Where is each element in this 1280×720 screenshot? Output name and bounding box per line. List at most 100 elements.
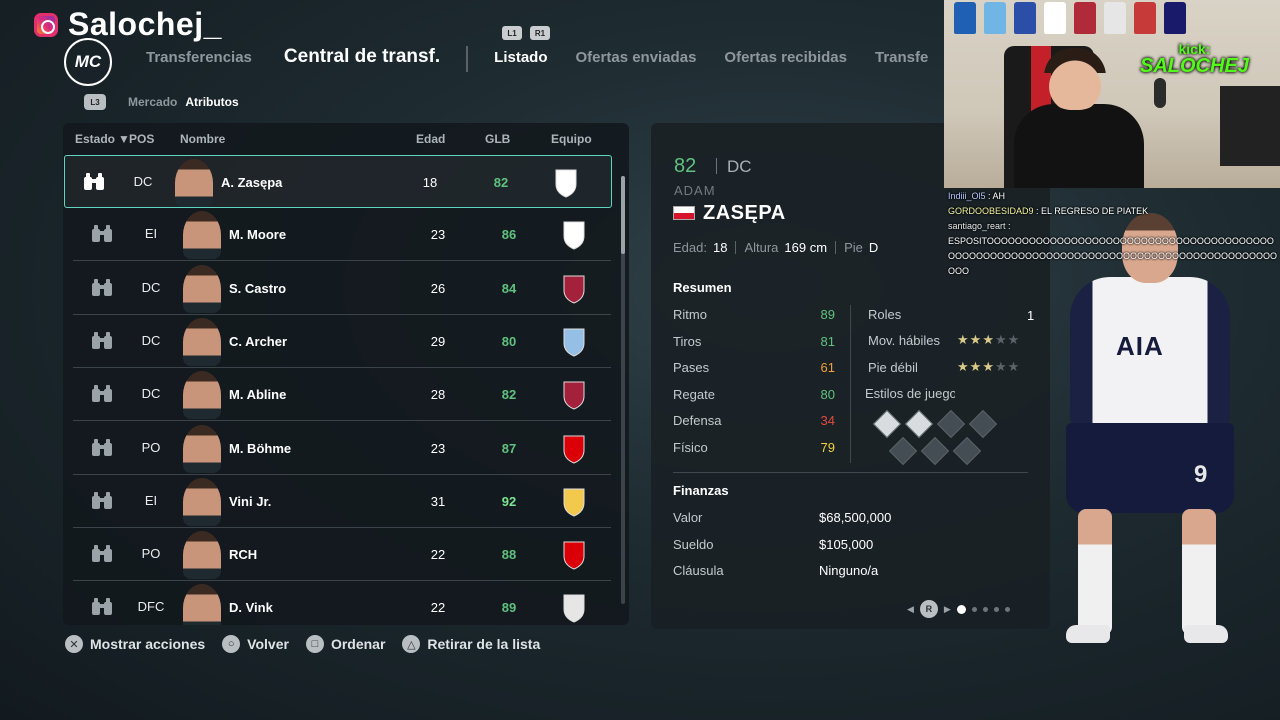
circle-button-icon: ○ [222,635,241,653]
tab-transferencias[interactable]: Transfe [875,49,928,66]
list-header: Estado ▼ POS Nombre Edad GLB Equipo [63,123,629,153]
table-row[interactable]: DFC D. Vink 22 89 [73,581,611,625]
page-dot [982,606,988,612]
chevron-left-icon[interactable]: ◀ [907,604,914,615]
streamer-body [1014,104,1144,188]
playstyle-slot [952,436,982,466]
player-first-name: ADAM [674,183,716,198]
instagram-icon [34,12,58,37]
player-age: 28 [430,387,446,403]
playstyle-icon[interactable] [872,409,902,439]
list-scroll-thumb[interactable] [621,176,625,254]
top-navigation: Transferencias Central de transf. Listad… [146,46,928,72]
skill-moves-label: Mov. hábiles [868,333,941,348]
playstyle-slot [920,436,950,466]
player-face-avatar [183,264,221,313]
table-row[interactable]: EI Vini Jr. 31 92 [73,475,611,528]
table-row[interactable]: DC C. Archer 29 80 [73,315,611,368]
col-nombre[interactable]: Nombre [180,132,225,146]
player-position: DC [133,174,153,189]
table-row[interactable]: DC A. Zasępa 18 82 [64,155,612,208]
shorts-number: 9 [1194,461,1208,488]
player-name: RCH [229,547,258,563]
player-position: PO [141,546,161,562]
star-icon: ★ [957,332,970,347]
nav-section-transfers[interactable]: Transferencias [146,49,252,66]
shirt-sponsor: AIA [1116,331,1164,361]
table-row[interactable]: EI M. Moore 23 86 [73,208,611,262]
scout-binoculars-icon [84,173,104,190]
age-value: 18 [712,240,728,255]
subtab-atributos[interactable]: Atributos [185,95,238,109]
chat-username: Indiii_Ol5 [948,191,986,201]
col-edad[interactable]: Edad [416,132,445,146]
model-shorts [1066,423,1234,513]
playstyle-icon[interactable] [904,409,934,439]
value-amount: $68,500,000 [819,510,892,525]
action-sort[interactable]: □ Ordenar [305,635,385,653]
player-face-avatar [183,211,221,260]
action-remove-from-list[interactable]: △ Retirar de la lista [402,635,540,653]
col-glb[interactable]: GLB [485,132,510,146]
height-label: Altura [744,240,779,255]
stat-value: 81 [820,333,835,349]
scout-binoculars-icon [92,278,112,296]
club-crest-icon [563,381,585,410]
table-row[interactable]: PO M. Böhme 23 87 [73,422,611,475]
foot-value: D [868,240,879,255]
chevron-right-icon[interactable]: ▶ [944,604,951,615]
l3-button-icon[interactable]: L3 [84,94,106,110]
action-show-actions[interactable]: ✕ Mostrar acciones [65,635,205,653]
divider [735,241,737,254]
stream-chat: Indiii_Ol5 : AH GORDOOBESIDAD9 : EL REGR… [944,189,1280,279]
tab-ofertas-enviadas[interactable]: Ofertas enviadas [576,49,697,66]
table-row[interactable]: PO RCH 22 88 [73,528,611,582]
stat-value: 79 [820,440,835,455]
star-icon: ★ [994,332,1008,347]
player-name: M. Moore [229,227,287,243]
career-mode-logo: MC [64,38,112,86]
player-age: 26 [430,280,446,296]
col-pos[interactable]: POS [129,132,154,146]
button-hints: ✕ Mostrar acciones ○ Volver □ Ordenar △ … [65,635,557,653]
l1-button-icon[interactable]: L1 [502,26,522,40]
subtab-mercado[interactable]: Mercado [128,95,177,109]
model-leg [1182,509,1216,635]
club-crest-icon [563,435,585,464]
club-crest-icon [555,169,577,198]
kick-label: kick: [1178,41,1211,57]
club-crest-icon [563,594,585,623]
table-row[interactable]: DC M. Abline 28 82 [73,368,611,422]
kick-channel: SALOCHEJ [1140,55,1249,77]
player-overall: 88 [501,547,517,563]
stat-value: 61 [820,360,835,376]
r-stick-icon[interactable]: R [919,600,938,618]
player-position: PO [141,439,161,455]
col-estado[interactable]: Estado [75,132,115,146]
player-overall: 87 [501,440,517,456]
player-name: C. Archer [229,333,288,349]
tab-listado[interactable]: Listado [494,49,547,66]
star-icon: ★ [982,332,995,347]
streamer-brand: Salochej_ [34,6,222,43]
player-position: EI [144,492,158,508]
wage-amount: $105,000 [819,537,874,552]
monitor [1220,86,1280,166]
scout-binoculars-icon [92,545,112,563]
action-label: Retirar de la lista [427,636,541,652]
star-icon: ★ [994,359,1008,374]
col-equipo[interactable]: Equipo [551,132,592,146]
action-back[interactable]: ○ Volver [222,635,289,653]
playstyle-slot [936,409,966,439]
table-row[interactable]: DC S. Castro 26 84 [73,262,611,315]
detail-pager[interactable]: ◀ R ▶ [907,600,1010,618]
bumper-hints: L1 R1 [502,26,550,40]
player-age: 18 [422,175,438,190]
tab-ofertas-recibidas[interactable]: Ofertas recibidas [724,49,847,66]
player-face-avatar [183,531,221,580]
foot-label: Pie [844,240,863,255]
r1-button-icon[interactable]: R1 [530,26,550,40]
player-age: 22 [430,547,446,563]
chat-message: santiago_reart : ESPOSITOOOOOOOOOOOOOOOOO… [948,221,1278,276]
roles-value: 1 [1027,308,1035,323]
